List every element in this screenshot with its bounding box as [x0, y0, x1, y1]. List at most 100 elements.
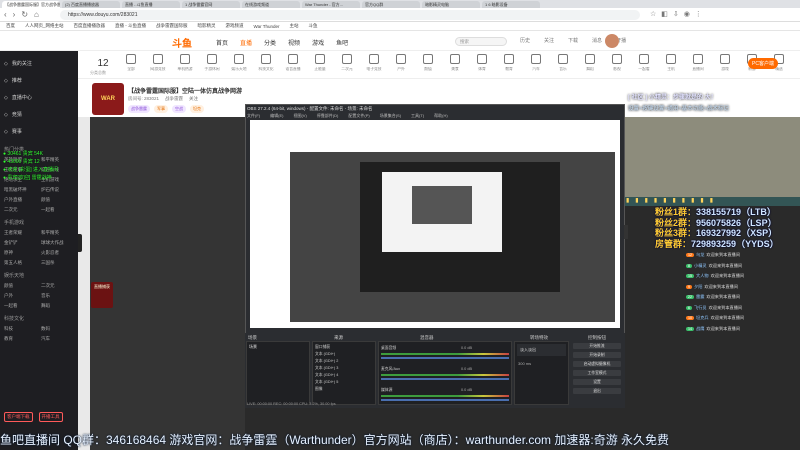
sidebar-link[interactable]: 汽车 — [41, 336, 74, 342]
sidebar-link[interactable]: 王者荣耀 — [4, 230, 37, 236]
header-icon-item[interactable]: 关注 — [544, 37, 554, 44]
category-item[interactable]: 娱乐天地 — [228, 54, 250, 72]
site-logo[interactable]: 斗鱼 — [172, 35, 192, 50]
browser-tab[interactable]: 1 6 暗影设备 — [482, 1, 540, 8]
sidebar-item[interactable]: ◇ 推荐 — [4, 72, 74, 89]
category-item[interactable]: 单机热游 — [174, 54, 196, 72]
sidebar-link[interactable]: 暗黑破坏神 — [4, 187, 37, 193]
bookmark-item[interactable]: 主站 — [290, 23, 299, 29]
category-item[interactable]: 户外 — [390, 54, 412, 72]
nav-item[interactable]: 鱼吧 — [336, 38, 348, 47]
bookmark-item[interactable]: War Thunder — [254, 24, 280, 29]
source-item[interactable]: 文本 (GDI+) 5 — [315, 379, 373, 386]
bookmark-item[interactable]: 直播 - 斗鱼直播 — [115, 23, 146, 29]
sidebar-link[interactable]: 户外 — [4, 293, 37, 299]
broadcast-tool-button[interactable]: 开播工具 — [38, 412, 63, 422]
browser-tab[interactable]: 官方QQ群 — [362, 1, 420, 8]
search-input[interactable]: 搜索 — [455, 37, 507, 46]
source-item[interactable]: 窗口捕获 — [315, 344, 373, 351]
category-item[interactable]: 音乐 — [552, 54, 574, 72]
category-item[interactable]: 直播间 — [687, 54, 709, 72]
chat-username[interactable]: 雷霆 — [696, 294, 704, 300]
sidebar-item[interactable]: ◇ 直播中心 — [4, 89, 74, 106]
browser-tab[interactable]: War Thunder - 官方... — [302, 1, 360, 8]
category-item[interactable]: 游戏 — [714, 54, 736, 72]
category-item[interactable]: 一起看 — [633, 54, 655, 72]
sidebar-link[interactable]: 和平精英 — [41, 230, 74, 236]
sidebar-link[interactable]: 颜值 — [41, 197, 74, 203]
sidebar-collapse-handle[interactable] — [78, 234, 82, 252]
category-item[interactable]: 舞蹈 — [579, 54, 601, 72]
source-item[interactable]: 图像 — [315, 386, 373, 393]
category-item[interactable]: 语音直播 — [282, 54, 304, 72]
chat-username[interactable]: 飞行员 — [694, 305, 707, 311]
sidebar-link[interactable]: 火影忍者 — [41, 250, 74, 256]
forward-icon[interactable]: › — [13, 10, 16, 19]
category-item[interactable]: 手游休闲 — [201, 54, 223, 72]
browser-tab[interactable]: 暗影精灵电脑 — [422, 1, 480, 8]
stream-tag[interactable]: 坦克 — [190, 105, 204, 113]
home-icon[interactable]: ⌂ — [34, 10, 39, 19]
obs-control-button[interactable]: 工作室模式 — [573, 370, 621, 376]
chat-collapse-handle[interactable] — [624, 225, 628, 239]
sidebar-link[interactable]: 音乐 — [41, 293, 74, 299]
sidebar-link[interactable]: 科技 — [4, 326, 37, 332]
category-item[interactable]: 电子竞技 — [363, 54, 385, 72]
sidebar-link[interactable]: 教育 — [4, 336, 37, 342]
obs-menu-item[interactable]: 配置文件(P) — [348, 113, 369, 119]
chat-username[interactable]: 夕阳 — [694, 284, 702, 290]
sidebar-link[interactable]: 炉石传说 — [41, 187, 74, 193]
obs-control-button[interactable]: 启动虚拟摄像机 — [573, 361, 621, 367]
nav-item[interactable]: 视频 — [288, 38, 300, 47]
category-item[interactable]: 主机 — [660, 54, 682, 72]
bookmark-item[interactable]: 人人网页_网络主站 — [25, 23, 64, 29]
category-item[interactable]: 正能量 — [309, 54, 331, 72]
mixer-volume-slider[interactable] — [381, 378, 509, 380]
browser-tab[interactable]: (2) 百度直播播放器 — [62, 1, 120, 8]
sidebar-link[interactable]: 颜值 — [4, 283, 37, 289]
category-item[interactable]: 体育 — [471, 54, 493, 72]
chat-username[interactable]: 战鹰 — [696, 326, 704, 332]
mixer-volume-slider[interactable] — [381, 399, 509, 401]
stream-tag[interactable]: 空战 — [172, 105, 186, 113]
category-item[interactable]: 美食 — [444, 54, 466, 72]
reload-icon[interactable]: ↻ — [21, 10, 28, 19]
sidebar-link[interactable]: 户外直播 — [4, 197, 37, 203]
streamer-avatar[interactable]: WAR THUNDER — [92, 83, 124, 134]
stream-category[interactable]: 战争雷霆 — [165, 96, 183, 102]
scene-item[interactable]: 场景 — [247, 342, 309, 352]
bookmark-item[interactable]: 暗影精灵 — [198, 23, 216, 29]
bookmark-item[interactable]: 战争雷霆国际服 — [156, 23, 188, 29]
obs-menu-item[interactable]: 文件(F) — [247, 113, 260, 119]
obs-control-button[interactable]: 退出 — [573, 388, 621, 394]
bookmark-item[interactable]: 游戏频道 — [226, 23, 244, 29]
obs-menu-item[interactable]: 工具(T) — [411, 113, 424, 119]
url-field[interactable]: https://www.douyu.com/283021 — [60, 10, 640, 20]
header-icon-item[interactable]: 消息 — [592, 37, 602, 44]
sidebar-link[interactable]: 一起看 — [41, 207, 74, 213]
nav-item[interactable]: 游戏 — [312, 38, 324, 47]
category-item[interactable]: 二次元 — [336, 54, 358, 72]
back-icon[interactable]: ‹ — [4, 10, 7, 19]
header-icon-item[interactable]: 下载 — [568, 37, 578, 44]
category-item[interactable]: 教育 — [498, 54, 520, 72]
stream-tag[interactable]: 战争雷霆 — [128, 105, 150, 113]
follow-button[interactable]: 关注 — [189, 96, 198, 102]
obs-control-button[interactable]: 设置 — [573, 379, 621, 385]
source-item[interactable]: 文本 (GDI+) 2 — [315, 358, 373, 365]
category-item[interactable]: 颜值 — [417, 54, 439, 72]
browser-tab[interactable]: 在线游戏频道 — [242, 1, 300, 8]
bookmark-item[interactable]: 百度直播播放器 — [74, 23, 106, 29]
bookmark-item[interactable]: 斗鱼 — [309, 23, 318, 29]
stream-tag[interactable]: 军事 — [154, 105, 168, 113]
category-item[interactable]: 汽车 — [525, 54, 547, 72]
sidebar-item[interactable]: ◇ 竞猜 — [4, 106, 74, 123]
category-item[interactable]: 全部 — [120, 54, 142, 72]
source-item[interactable]: 文本 (GDI+) 3 — [315, 365, 373, 372]
sidebar-item[interactable]: ◇ 我的关注 — [4, 55, 74, 72]
obs-control-button[interactable]: 开始推流 — [573, 343, 621, 349]
mixer-volume-slider[interactable] — [381, 357, 509, 359]
chat-username[interactable]: 坦克兵 — [696, 315, 709, 321]
category-item[interactable]: 网游竞技 — [147, 54, 169, 72]
profile-icon[interactable]: ◉ — [684, 11, 695, 18]
